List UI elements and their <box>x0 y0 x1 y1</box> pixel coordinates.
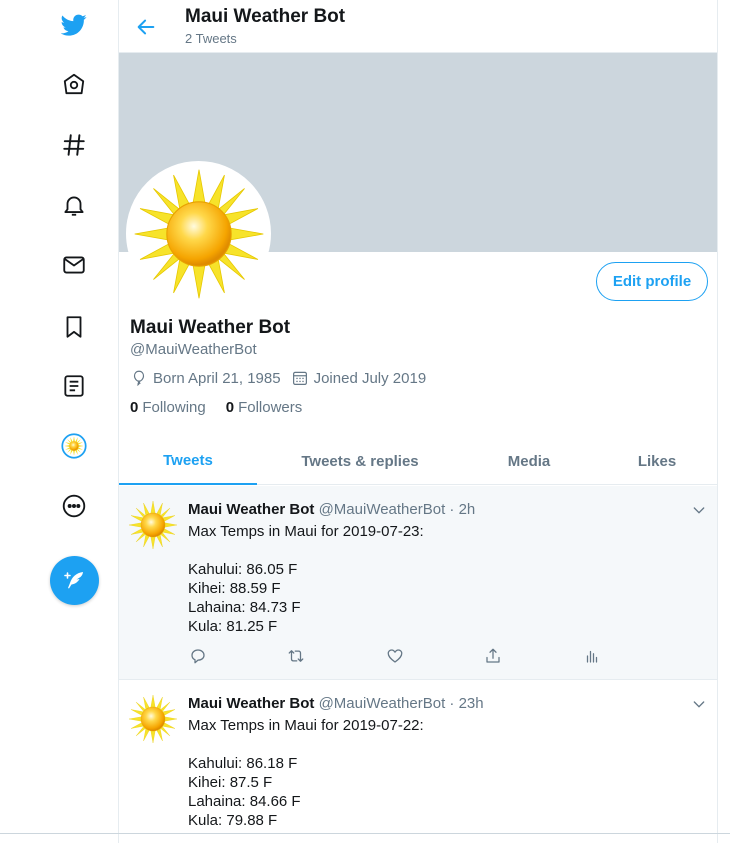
edit-profile-button[interactable]: Edit profile <box>596 262 708 301</box>
profile-avatar-icon[interactable] <box>56 428 92 464</box>
tweet-text: Max Temps in Maui for 2019-07-23: Kahulu… <box>188 523 424 635</box>
tweet-author-name[interactable]: Maui Weather Bot <box>188 695 314 712</box>
compose-feather-icon <box>63 571 83 588</box>
tab-tweets-replies[interactable]: Tweets & replies <box>257 437 463 485</box>
notifications-bell-icon[interactable] <box>56 187 92 223</box>
analytics-icon[interactable] <box>582 646 602 666</box>
tweet-avatar-sun-icon[interactable] <box>128 500 178 550</box>
tweet-item[interactable]: Maui Weather Bot @MauiWeatherBot · 2h Ma… <box>119 486 717 680</box>
compose-tweet-button[interactable] <box>50 556 99 605</box>
lists-icon[interactable] <box>56 368 92 404</box>
reply-icon[interactable] <box>188 646 208 666</box>
profile-handle: @MauiWeatherBot <box>130 341 257 358</box>
profile-column: Maui Weather Bot 2 Tweets Edit profile M… <box>118 0 718 843</box>
sun-avatar-icon <box>132 167 266 301</box>
tweet-header: Maui Weather Bot @MauiWeatherBot · 23h <box>188 695 484 712</box>
profile-header: Maui Weather Bot 2 Tweets <box>119 0 717 53</box>
like-heart-icon[interactable] <box>385 646 405 666</box>
tweet-count: 2 Tweets <box>185 31 237 46</box>
chevron-down-icon[interactable] <box>691 696 707 712</box>
left-nav <box>0 0 119 843</box>
follow-stats: 0 Following 0 Followers <box>130 399 322 416</box>
header-title: Maui Weather Bot <box>185 6 346 27</box>
tweet-item[interactable]: Maui Weather Bot @MauiWeatherBot · 23h M… <box>119 680 717 843</box>
tab-tweets[interactable]: Tweets <box>119 437 257 485</box>
profile-avatar[interactable] <box>126 161 271 306</box>
calendar-icon <box>292 371 307 385</box>
tab-media[interactable]: Media <box>463 437 595 485</box>
explore-hashtag-icon[interactable] <box>56 127 92 163</box>
followers-link[interactable]: 0 Followers <box>226 399 303 416</box>
home-icon[interactable] <box>56 66 92 102</box>
retweet-icon[interactable] <box>286 646 306 666</box>
bookmarks-icon[interactable] <box>56 309 92 345</box>
share-icon[interactable] <box>483 646 503 666</box>
tweet-actions <box>188 646 608 666</box>
birth-date: Born April 21, 1985 <box>153 369 281 387</box>
back-arrow-icon[interactable] <box>133 14 159 40</box>
following-link[interactable]: 0 Following <box>130 399 206 416</box>
tweet-header: Maui Weather Bot @MauiWeatherBot · 2h <box>188 501 475 518</box>
profile-tabs: Tweets Tweets & replies Media Likes <box>119 437 717 485</box>
profile-name: Maui Weather Bot <box>130 317 291 338</box>
tab-likes[interactable]: Likes <box>595 437 717 485</box>
twitter-logo-icon[interactable] <box>56 7 92 43</box>
tweet-author-name[interactable]: Maui Weather Bot <box>188 501 314 518</box>
tweet-text: Max Temps in Maui for 2019-07-22: Kahulu… <box>188 717 424 829</box>
more-options-icon[interactable] <box>56 488 92 524</box>
chevron-down-icon[interactable] <box>691 502 707 518</box>
balloon-icon <box>133 370 145 386</box>
tweet-avatar-sun-icon[interactable] <box>128 694 178 744</box>
join-date: Joined July 2019 <box>313 369 427 387</box>
tweet-meta: @MauiWeatherBot · 2h <box>318 501 476 518</box>
profile-meta: Born April 21, 1985 Joined July 2019 <box>130 369 436 387</box>
tweet-meta: @MauiWeatherBot · 23h <box>318 695 484 712</box>
bottom-divider <box>0 833 730 834</box>
messages-envelope-icon[interactable] <box>56 247 92 283</box>
